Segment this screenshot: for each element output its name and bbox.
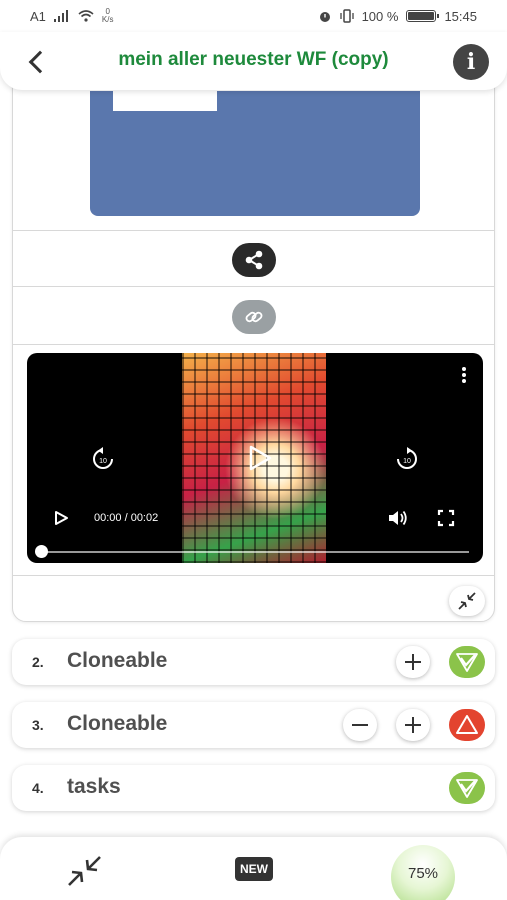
share-icon: [245, 250, 263, 270]
video-progress-thumb[interactable]: [35, 545, 48, 558]
status-bar: A1 0 K/s 100 % 15:45: [0, 0, 507, 32]
task-number: 4.: [32, 780, 44, 796]
fullscreen-icon: [437, 509, 455, 527]
status-done-badge[interactable]: [449, 772, 485, 804]
more-vert-icon: [462, 367, 466, 371]
video-play-button[interactable]: [52, 509, 70, 527]
video-center-play-button[interactable]: [244, 443, 274, 473]
collapse-button[interactable]: [449, 586, 485, 616]
svg-text:10: 10: [403, 458, 411, 465]
play-icon: [249, 445, 272, 471]
battery-percent: 100 %: [361, 8, 399, 24]
app-header: mein aller neuester WF (copy) i: [0, 32, 507, 90]
network-speed: 0 K/s: [101, 7, 114, 24]
link-button[interactable]: [232, 300, 276, 334]
forward-10-button[interactable]: 10: [394, 446, 420, 472]
signal-icon: [53, 10, 68, 22]
bottom-bar: NEW 75%: [0, 837, 507, 900]
link-icon: [245, 311, 263, 323]
status-right: 100 % 15:45: [318, 9, 477, 24]
task-number: 3.: [32, 717, 44, 733]
divider: [13, 230, 494, 231]
plus-icon: [405, 654, 421, 670]
video-menu-button[interactable]: [459, 365, 469, 389]
video-player[interactable]: 10 10 00:00 / 00:02: [27, 353, 483, 563]
new-button[interactable]: NEW: [235, 857, 273, 881]
plus-icon: [405, 717, 421, 733]
check-icon: [456, 653, 478, 672]
task-row[interactable]: 3. Cloneable: [12, 702, 495, 748]
task-name: Cloneable: [67, 649, 168, 672]
task-number: 2.: [32, 654, 44, 670]
back-button[interactable]: [26, 48, 48, 74]
status-warning-badge[interactable]: [449, 709, 485, 741]
task-name: tasks: [67, 775, 121, 798]
replay-10-icon: 10: [93, 447, 113, 469]
wifi-icon: [78, 10, 94, 22]
video-time: 00:00 / 00:02: [94, 512, 159, 524]
volume-button[interactable]: [387, 508, 409, 528]
divider: [13, 344, 494, 345]
video-progress-track[interactable]: [41, 551, 469, 553]
progress-indicator[interactable]: 75%: [391, 845, 455, 900]
alarm-icon: [319, 12, 330, 22]
collapse-icon: [458, 592, 476, 610]
battery-icon: [406, 10, 440, 22]
vibrate-icon: [339, 9, 354, 23]
check-icon: [456, 779, 478, 798]
carrier-label: A1: [30, 8, 46, 24]
status-done-badge[interactable]: [449, 646, 485, 678]
fullscreen-button[interactable]: [437, 509, 455, 527]
collapse-all-button[interactable]: [62, 853, 106, 889]
replay-10-button[interactable]: 10: [90, 446, 116, 472]
add-button[interactable]: [396, 646, 430, 678]
divider: [13, 575, 494, 576]
add-button[interactable]: [396, 709, 430, 741]
forward-10-icon: 10: [397, 447, 417, 469]
content-image-inner: [113, 91, 217, 111]
content-image: [90, 91, 420, 216]
task-row[interactable]: 2. Cloneable: [12, 639, 495, 685]
divider: [13, 286, 494, 287]
play-icon: [55, 511, 68, 525]
svg-text:10: 10: [99, 458, 107, 465]
info-icon: i: [466, 49, 476, 75]
remove-button[interactable]: [343, 709, 377, 741]
content-card: 10 10 00:00 / 00:02: [12, 60, 495, 622]
share-button[interactable]: [232, 243, 276, 277]
warning-icon: [456, 715, 478, 734]
task-row[interactable]: 4. tasks: [12, 765, 495, 811]
minus-icon: [352, 724, 368, 726]
clock: 15:45: [444, 8, 477, 24]
info-button[interactable]: i: [453, 44, 489, 80]
status-left: A1 0 K/s: [30, 8, 113, 24]
page-title: mein aller neuester WF (copy): [118, 49, 389, 70]
collapse-icon: [68, 856, 101, 886]
task-name: Cloneable: [67, 712, 168, 735]
volume-icon: [389, 510, 407, 526]
